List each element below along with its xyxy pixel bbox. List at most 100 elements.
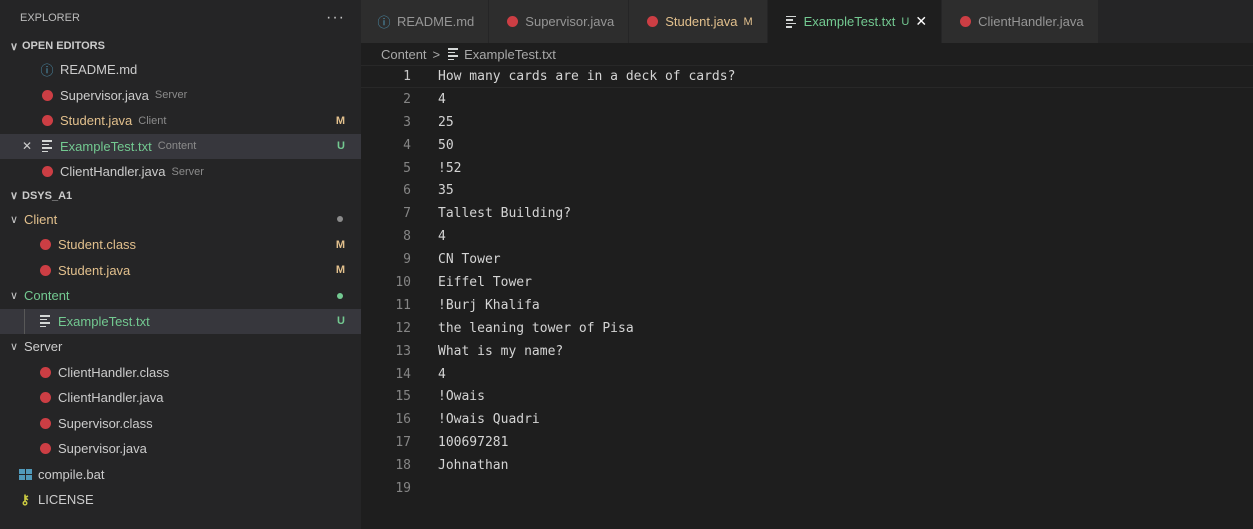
line-number: 19 — [395, 480, 411, 496]
tree-file-item[interactable]: Supervisor.class — [0, 411, 361, 437]
tab-label: ExampleTest.txt — [803, 14, 896, 29]
chevron-down-icon: ∨ — [9, 40, 19, 53]
code-line: 4 50 — [361, 134, 1253, 157]
tab-exampletest-txt[interactable]: ExampleTest.txt U ✕ — [767, 0, 943, 43]
workspace-title: DSYS_A1 — [22, 189, 73, 202]
line-text: 4 — [438, 91, 446, 107]
line-number: 13 — [395, 343, 411, 359]
java-icon — [40, 88, 54, 102]
java-icon — [645, 15, 659, 29]
folder-label: Content — [24, 288, 70, 304]
line-number: 11 — [395, 297, 411, 313]
windows-icon — [18, 467, 32, 481]
file-label: Supervisor.class — [58, 415, 153, 431]
java-icon — [38, 263, 52, 277]
line-text: !Owais Quadri — [438, 412, 540, 428]
java-icon — [38, 442, 52, 456]
line-number: 5 — [403, 160, 411, 176]
tree-file-item[interactable]: ClientHandler.java — [0, 385, 361, 411]
tree-file-item[interactable]: Student.java M — [0, 258, 361, 284]
line-number: 2 — [403, 91, 411, 107]
info-icon: ⓘ — [40, 63, 54, 79]
line-number: 16 — [395, 412, 411, 428]
code-line: 3 25 — [361, 111, 1253, 134]
tab-label: Supervisor.java — [525, 14, 615, 29]
line-text: Johnathan — [438, 458, 509, 474]
line-number: 8 — [403, 229, 411, 245]
code-line: 11 !Burj Khalifa — [361, 294, 1253, 317]
breadcrumb-folder[interactable]: Content — [381, 47, 427, 62]
tab-student-java[interactable]: Student.java M — [629, 0, 768, 43]
license-icon: ⚷ — [20, 491, 30, 507]
close-icon[interactable]: ✕ — [915, 13, 927, 30]
open-editor-item[interactable]: Student.java Client M — [0, 108, 361, 134]
code-line: 18 Johnathan — [361, 454, 1253, 477]
tab-clienthandler-java[interactable]: ClientHandler.java — [942, 0, 1099, 43]
folder-client[interactable]: ∨ Client — [0, 207, 361, 233]
code-line: 5 !52 — [361, 157, 1253, 180]
chevron-down-icon: ∨ — [9, 290, 19, 303]
file-label: compile.bat — [38, 466, 105, 482]
java-icon — [38, 416, 52, 430]
line-number: 18 — [395, 458, 411, 474]
code-line: 16 !Owais Quadri — [361, 408, 1253, 431]
line-text: What is my name? — [438, 343, 564, 359]
folder-label: Client — [24, 211, 58, 227]
explorer-title: EXPLORER — [20, 11, 80, 24]
tree-file-item[interactable]: ClientHandler.class — [0, 360, 361, 386]
code-line: 14 4 — [361, 363, 1253, 386]
code-line: 17 100697281 — [361, 431, 1253, 454]
tree-file-item[interactable]: ExampleTest.txt U — [0, 308, 361, 334]
tree-file-item[interactable]: compile.bat — [0, 462, 361, 488]
folder-label: Server — [24, 339, 63, 355]
file-label: ClientHandler.java — [58, 390, 164, 406]
info-icon: ⓘ — [377, 15, 391, 30]
java-icon — [40, 114, 54, 128]
explorer-sidebar: EXPLORER ··· ∨ OPEN EDITORS ⓘ README.md Su… — [0, 0, 361, 529]
more-actions-icon[interactable]: ··· — [326, 9, 345, 27]
code-editor[interactable]: 1 How many cards are in a deck of cards? 2… — [361, 65, 1253, 529]
tab-supervisor-java[interactable]: Supervisor.java — [489, 0, 630, 43]
open-editor-item[interactable]: Supervisor.java Server — [0, 83, 361, 109]
tree-file-item[interactable]: Supervisor.java — [0, 436, 361, 462]
code-line: 84 — [361, 225, 1253, 248]
line-number: 12 — [395, 320, 411, 336]
open-editor-item[interactable]: ClientHandler.java Server — [0, 159, 361, 185]
breadcrumb-file[interactable]: ExampleTest.txt — [464, 47, 556, 62]
open-editor-description: Content — [157, 140, 197, 153]
open-editors-list: ⓘ README.md Supervisor.java Server Student.j… — [0, 57, 361, 185]
line-text: CN Tower — [438, 252, 501, 268]
folder-server[interactable]: ∨ Server — [0, 334, 361, 360]
git-status-dot — [337, 216, 343, 223]
line-text: 4 — [438, 366, 446, 382]
line-number: 14 — [395, 366, 411, 382]
line-text: How many cards are in a deck of cards? — [438, 68, 736, 84]
code-line: 10 Eiffel Tower — [361, 271, 1253, 294]
tree-file-item[interactable]: Student.class M — [0, 232, 361, 258]
open-editor-description: Client — [138, 114, 167, 127]
line-text: !52 — [438, 160, 462, 176]
tab-label: Student.java — [665, 14, 738, 29]
tree-file-item[interactable]: ⚷ LICENSE — [0, 487, 361, 513]
java-icon — [38, 365, 52, 379]
open-editor-item[interactable]: ⓘ README.md — [0, 57, 361, 83]
file-tree: ∨ Client Student.class M Student.java M ∨ Conte… — [0, 207, 361, 513]
open-editor-label: Supervisor.java — [60, 87, 149, 103]
text-file-icon — [38, 314, 52, 328]
open-editors-title: OPEN EDITORS — [22, 40, 105, 52]
git-status-badge: U — [901, 15, 910, 28]
line-text: the leaning tower of Pisa — [438, 320, 634, 336]
folder-content[interactable]: ∨ Content — [0, 283, 361, 309]
file-label: Student.class — [58, 237, 137, 253]
open-editor-item[interactable]: ✕ ExampleTest.txt Content U — [0, 133, 361, 159]
tab-readme-md[interactable]: ⓘ README.md — [361, 0, 490, 43]
code-line: 9 CN Tower — [361, 248, 1253, 271]
java-icon — [38, 238, 52, 252]
chevron-down-icon: ∨ — [9, 213, 19, 226]
open-editors-header[interactable]: ∨ OPEN EDITORS — [0, 35, 361, 57]
close-icon[interactable]: ✕ — [20, 139, 34, 153]
line-number: 10 — [395, 274, 411, 290]
file-label: Student.java — [58, 262, 131, 278]
workspace-header[interactable]: ∨ DSYS_A1 — [0, 185, 361, 207]
code-line: 1 How many cards are in a deck of cards? — [361, 65, 1253, 88]
